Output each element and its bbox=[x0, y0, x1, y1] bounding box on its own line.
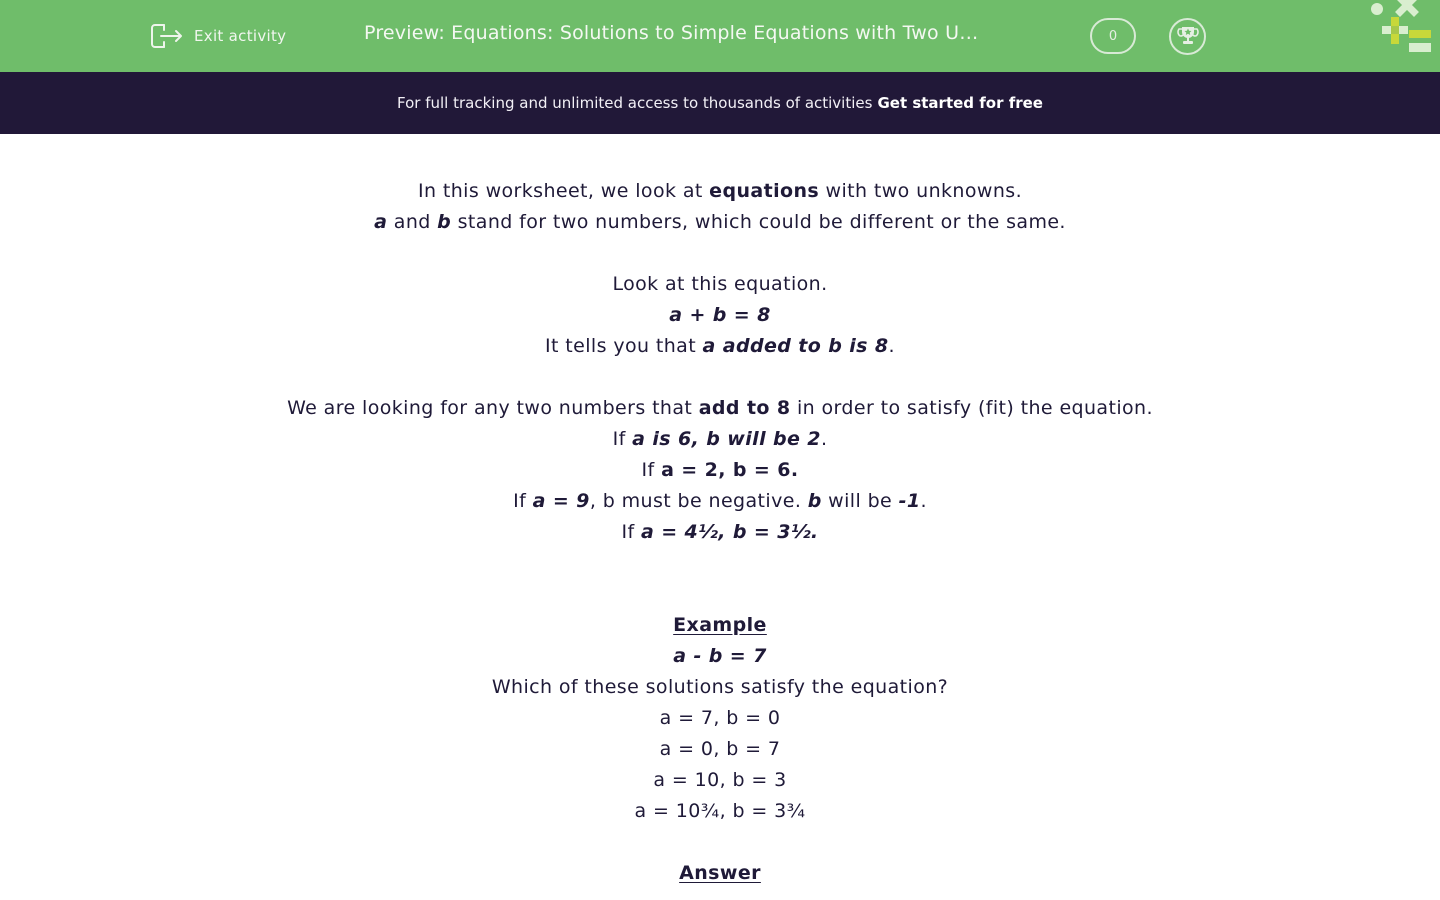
math-symbols-logo bbox=[1366, 0, 1440, 60]
example-option: a = 7, b = 0 bbox=[659, 707, 781, 729]
trophy-button[interactable] bbox=[1169, 18, 1206, 55]
equation-a-plus-b: a + b = 8 bbox=[669, 304, 771, 326]
example-option: a = 10, b = 3 bbox=[653, 769, 787, 791]
get-started-link[interactable]: Get started for free bbox=[877, 94, 1043, 112]
search-line-1: We are looking for any two numbers that … bbox=[287, 397, 1153, 419]
explanation-line: It tells you that a added to b is 8. bbox=[545, 335, 895, 357]
search-line-5: If a = 4½, b = 3½. bbox=[621, 521, 819, 543]
exit-activity-label: Exit activity bbox=[194, 27, 287, 45]
example-question: Which of these solutions satisfy the equ… bbox=[491, 676, 949, 698]
example-heading: Example bbox=[673, 614, 767, 636]
activity-title: Preview: Equations: Solutions to Simple … bbox=[364, 22, 984, 44]
upgrade-banner: For full tracking and unlimited access t… bbox=[0, 72, 1440, 134]
exit-icon bbox=[150, 22, 184, 50]
trophy-icon bbox=[1176, 24, 1199, 50]
example-option: a = 10¾, b = 3¾ bbox=[634, 800, 806, 822]
worksheet-content: In this worksheet, we look at equations … bbox=[0, 176, 1440, 889]
score-counter: 0 bbox=[1090, 18, 1136, 54]
intro-line-1: In this worksheet, we look at equations … bbox=[417, 180, 1023, 202]
search-line-4: If a = 9, b must be negative. b will be … bbox=[513, 490, 927, 512]
search-line-3: If a = 2, b = 6. bbox=[641, 459, 799, 481]
look-line: Look at this equation. bbox=[612, 273, 828, 295]
top-bar: Exit activity Preview: Equations: Soluti… bbox=[0, 0, 1440, 72]
answer-heading: Answer bbox=[679, 862, 761, 884]
exit-activity-button[interactable]: Exit activity bbox=[150, 20, 286, 52]
example-equation: a - b = 7 bbox=[673, 645, 767, 667]
intro-line-2: a and b stand for two numbers, which cou… bbox=[374, 211, 1066, 233]
example-option: a = 0, b = 7 bbox=[659, 738, 781, 760]
banner-text: For full tracking and unlimited access t… bbox=[397, 94, 873, 112]
search-line-2: If a is 6, b will be 2. bbox=[612, 428, 828, 450]
